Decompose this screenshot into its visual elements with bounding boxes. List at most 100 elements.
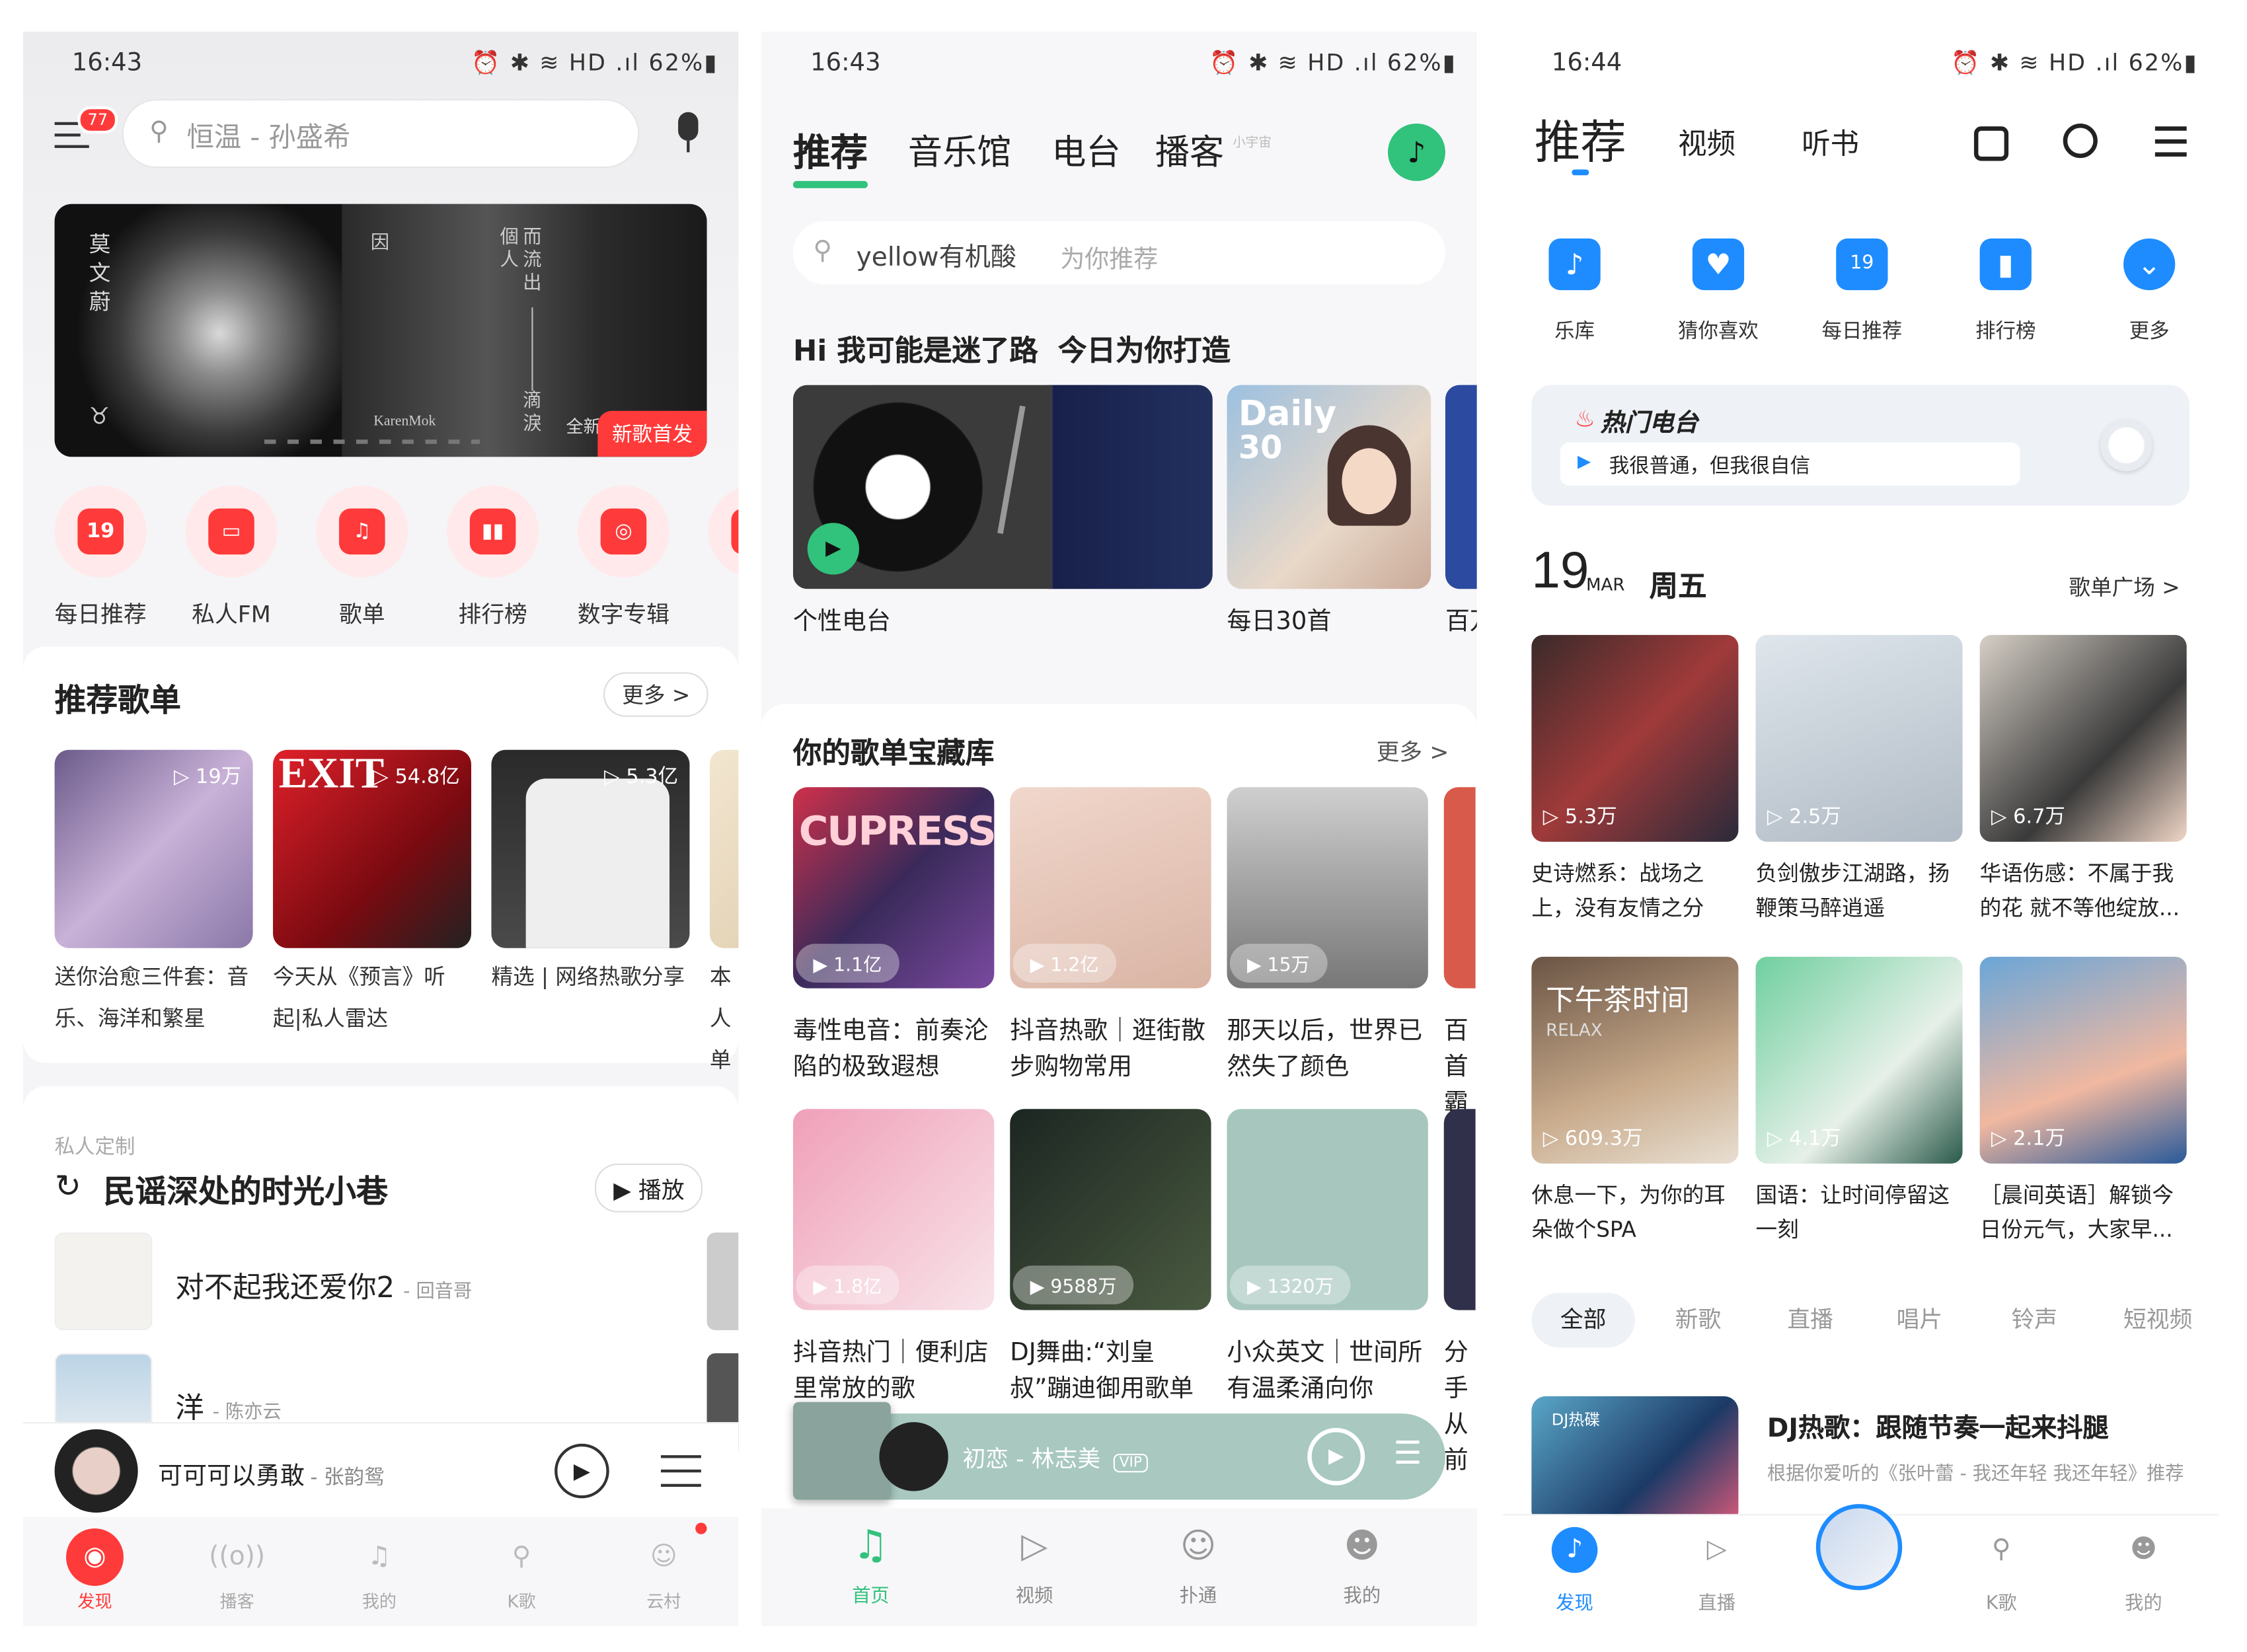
tab-0[interactable]: 推荐: [793, 124, 868, 176]
tab-podcast[interactable]: ((o)) 播客: [185, 1517, 289, 1618]
tab-1[interactable]: 音乐馆: [908, 124, 1012, 174]
playlist-square-link[interactable]: 歌单广场 >: [2069, 572, 2180, 602]
playlist-cover[interactable]: [709, 749, 739, 948]
tab-community[interactable]: ☺ 云村: [612, 1517, 716, 1618]
playlist-title[interactable]: 史诗燃系：战场之上，没有友情之分: [1531, 856, 1741, 934]
card-million[interactable]: [1445, 385, 1477, 589]
playlist-title[interactable]: 分手从前: [1444, 1336, 1476, 1480]
search-bar[interactable]: ⚲ yellow有机酸 为你推荐: [792, 221, 1445, 285]
playlist-cover[interactable]: ▷ 4.1万: [1755, 956, 1963, 1164]
nav-player-disc[interactable]: [1802, 1504, 1917, 1622]
play-icon[interactable]: ▶: [807, 523, 859, 575]
tab-music[interactable]: ♫ 我的: [328, 1517, 432, 1618]
playlist-cover[interactable]: ▶ 1320万: [1227, 1109, 1428, 1310]
playlist-cover[interactable]: ▶ 9588万: [1010, 1109, 1211, 1310]
playlist-cover[interactable]: [1443, 787, 1476, 989]
mic-icon[interactable]: [672, 112, 704, 159]
chip-2[interactable]: 直播: [1787, 1293, 1833, 1348]
tab-0[interactable]: 推荐: [1535, 106, 1626, 172]
search-bar[interactable]: ⚲ 恒温 - 孙盛希: [123, 100, 638, 167]
tab-karaoke[interactable]: ⚲ K歌: [470, 1517, 574, 1618]
playlist-cover[interactable]: ▶ 1.8亿: [792, 1109, 995, 1310]
playlist-cover[interactable]: ▶ 1.2亿: [1010, 787, 1211, 989]
playlist-cover[interactable]: ▶ 15万: [1227, 787, 1428, 989]
chip-0[interactable]: 全部: [1531, 1293, 1635, 1348]
nav-discover[interactable]: ♪ 发现: [1517, 1515, 1632, 1622]
quick-like[interactable]: ♥ 猜你喜欢: [1678, 238, 1759, 354]
nav-home-music[interactable]: ♫ 首页: [810, 1514, 931, 1614]
mini-playlist-icon[interactable]: [660, 1452, 701, 1487]
nav-video[interactable]: ▷ 视频: [974, 1514, 1095, 1614]
playlist-title[interactable]: 毒性电音：前奏沦陷的极致遐想: [793, 1014, 994, 1086]
playlist-title[interactable]: DJ舞曲:“刘皇叔”蹦迪御用歌单: [1010, 1336, 1211, 1408]
playlist-cover[interactable]: 下午茶时间 RELAX ▷ 609.3万: [1531, 956, 1739, 1164]
nav-profile[interactable]: ☻ 我的: [1302, 1514, 1423, 1614]
quick-more-button[interactable]: ◆: [708, 485, 739, 578]
playlist-cover[interactable]: EXIT ▷ 54.8亿: [273, 749, 472, 948]
playlist-cover[interactable]: ▷ 6.7万: [1979, 634, 2187, 842]
playlist-title[interactable]: 精选 | 网络热歌分享: [491, 957, 687, 998]
playlist-cover[interactable]: [1443, 1109, 1476, 1310]
playlist-title[interactable]: 本人单: [710, 957, 738, 1082]
card-radio[interactable]: ▶: [792, 385, 1213, 589]
mini-playlist-icon[interactable]: ☰: [1394, 1437, 1422, 1472]
playlist-title[interactable]: ［晨间英语］解锁今日份元气，大家早...: [1980, 1178, 2190, 1256]
playlist-cover[interactable]: ▷ 2.5万: [1755, 634, 1963, 842]
quick-calendar-button[interactable]: 19: [54, 485, 147, 578]
playlist-title[interactable]: 送你治愈三件套：音乐、海洋和繁星: [55, 957, 250, 1040]
nav-profile[interactable]: ☻ 我的: [2086, 1515, 2201, 1622]
playlist-cover[interactable]: ▷ 19万: [54, 749, 253, 948]
playlist-title[interactable]: 今天从《预言》听起|私人雷达: [273, 957, 469, 1040]
treasure-more-button[interactable]: 更多 >: [1377, 733, 1449, 767]
tab-1[interactable]: 视频: [1678, 121, 1735, 163]
tab-disc[interactable]: ◉ 发现: [43, 1517, 147, 1618]
custom-play-button[interactable]: ▶ 播放: [594, 1163, 703, 1213]
banner[interactable]: 莫文蔚 因 個人 而流出 滴淚 KarenMok 全新 ♉ 新歌首发: [54, 204, 707, 457]
quick-chart-button[interactable]: ▮▮: [447, 485, 539, 578]
mini-player[interactable]: 初恋 - 林志美 VIP ▶ ☰: [792, 1402, 1445, 1500]
scan-icon[interactable]: [1973, 126, 2009, 161]
playlist-title[interactable]: 抖音热歌｜逛街散步购物常用: [1010, 1014, 1211, 1086]
tab-2[interactable]: 听书: [1802, 121, 1859, 163]
quick-more[interactable]: ⌄ 更多: [2112, 238, 2187, 354]
nav-bubble[interactable]: ☺ 扑通: [1138, 1514, 1259, 1614]
playlist-title[interactable]: 小众英文｜世间所有温柔涌向你: [1227, 1336, 1428, 1408]
refresh-icon[interactable]: ↻: [55, 1170, 81, 1205]
dj-title[interactable]: DJ热歌：跟随节奏一起来抖腿: [1767, 1408, 2109, 1445]
mini-play-icon[interactable]: ▶: [554, 1443, 609, 1499]
music-note-icon[interactable]: ♪: [1387, 123, 1445, 181]
playlist-title[interactable]: 那天以后，世界已然失了颜色: [1227, 1014, 1428, 1086]
chip-5[interactable]: 短视频: [2123, 1293, 2192, 1348]
card-daily[interactable]: Daily 30: [1227, 385, 1431, 589]
chip-4[interactable]: 铃声: [2011, 1293, 2057, 1348]
quick-album-button[interactable]: ◎: [577, 485, 670, 578]
dj-cover[interactable]: DJ热碟: [1531, 1396, 1739, 1526]
menu-icon[interactable]: [2154, 126, 2187, 158]
quick-radio-button[interactable]: ▭: [185, 485, 278, 578]
playlist-title[interactable]: 负剑傲步江湖路，扬鞭策马醉逍遥: [1756, 856, 1965, 934]
song-row[interactable]: 对不起我还爱你2 - 回音哥: [175, 1264, 472, 1306]
playlist-title[interactable]: 抖音热门｜便利店里常放的歌: [793, 1336, 994, 1408]
chip-3[interactable]: 唱片: [1897, 1293, 1943, 1348]
song-row[interactable]: 洋 - 陈亦云: [175, 1385, 281, 1427]
search-icon[interactable]: [2063, 123, 2098, 159]
playlist-title[interactable]: 国语：让时间停留这一刻: [1756, 1178, 1965, 1256]
quick-library[interactable]: ♪ 乐库: [1537, 238, 1612, 354]
tab-2[interactable]: 电台: [1051, 124, 1120, 174]
playlist-cover[interactable]: ▷ 5.3亿: [491, 749, 690, 948]
recommend-more-button[interactable]: 更多 >: [603, 672, 709, 717]
mini-play-icon[interactable]: ▶: [1307, 1427, 1365, 1485]
quick-calendar[interactable]: 19 每日推荐: [1822, 238, 1902, 354]
playlist-title[interactable]: 华语伤感：不属于我的花 就不等他绽放...: [1980, 856, 2190, 934]
quick-chart[interactable]: ▮ 排行榜: [1968, 238, 2043, 354]
tab-3[interactable]: 播客: [1155, 124, 1224, 174]
nav-live[interactable]: ▷ 直播: [1659, 1515, 1774, 1622]
chip-1[interactable]: 新歌: [1675, 1293, 1722, 1348]
playlist-cover[interactable]: ▷ 5.3万: [1531, 634, 1739, 842]
mini-player[interactable]: 可可可以勇敢 - 张韵鸳 ▶: [22, 1422, 739, 1517]
hot-radio-card[interactable]: ♨ 热门电台 ▶ 我很普通，但我很自信: [1531, 385, 2190, 506]
quick-playlist-button[interactable]: ♫: [316, 485, 408, 578]
nav-karaoke[interactable]: ⚲ K歌: [1944, 1515, 2059, 1622]
playlist-cover[interactable]: ▷ 2.1万: [1979, 956, 2187, 1164]
playlist-cover[interactable]: CUPRESS ▶ 1.1亿: [792, 787, 995, 989]
